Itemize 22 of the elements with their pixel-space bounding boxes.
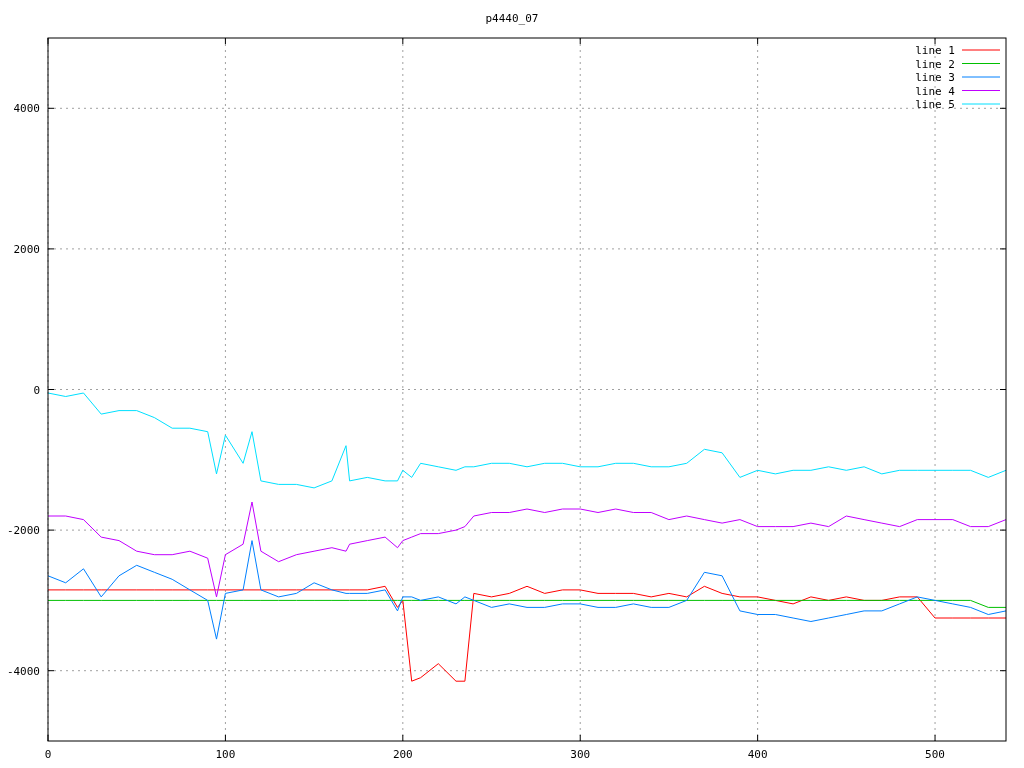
y-tick-label: -2000 xyxy=(6,524,40,538)
legend-label: line 2 xyxy=(915,57,955,71)
legend-line-sample xyxy=(961,63,1001,64)
y-tick-label: 2000 xyxy=(13,242,40,256)
x-tick-label: 200 xyxy=(392,748,413,761)
x-tick-label: 300 xyxy=(570,748,591,761)
legend-label: line 5 xyxy=(915,98,955,111)
legend-label: line 4 xyxy=(915,84,955,98)
legend-label: line 3 xyxy=(915,71,955,84)
y-tick-label: 0 xyxy=(33,383,40,397)
legend-line-sample xyxy=(961,90,1001,91)
y-tick-label: -4000 xyxy=(6,664,40,678)
x-tick-label: 0 xyxy=(44,748,52,761)
chart-title: p4440_07 xyxy=(485,12,539,25)
x-tick-label: 500 xyxy=(925,748,945,761)
legend-line-sample xyxy=(961,76,1001,78)
x-tick-label: 400 xyxy=(747,748,768,761)
legend-line-sample xyxy=(961,49,1001,51)
y-tick-label: 4000 xyxy=(13,102,40,116)
x-tick-label: 100 xyxy=(215,748,236,761)
legend-label: line 1 xyxy=(915,44,955,57)
legend-line-sample xyxy=(961,103,1001,105)
